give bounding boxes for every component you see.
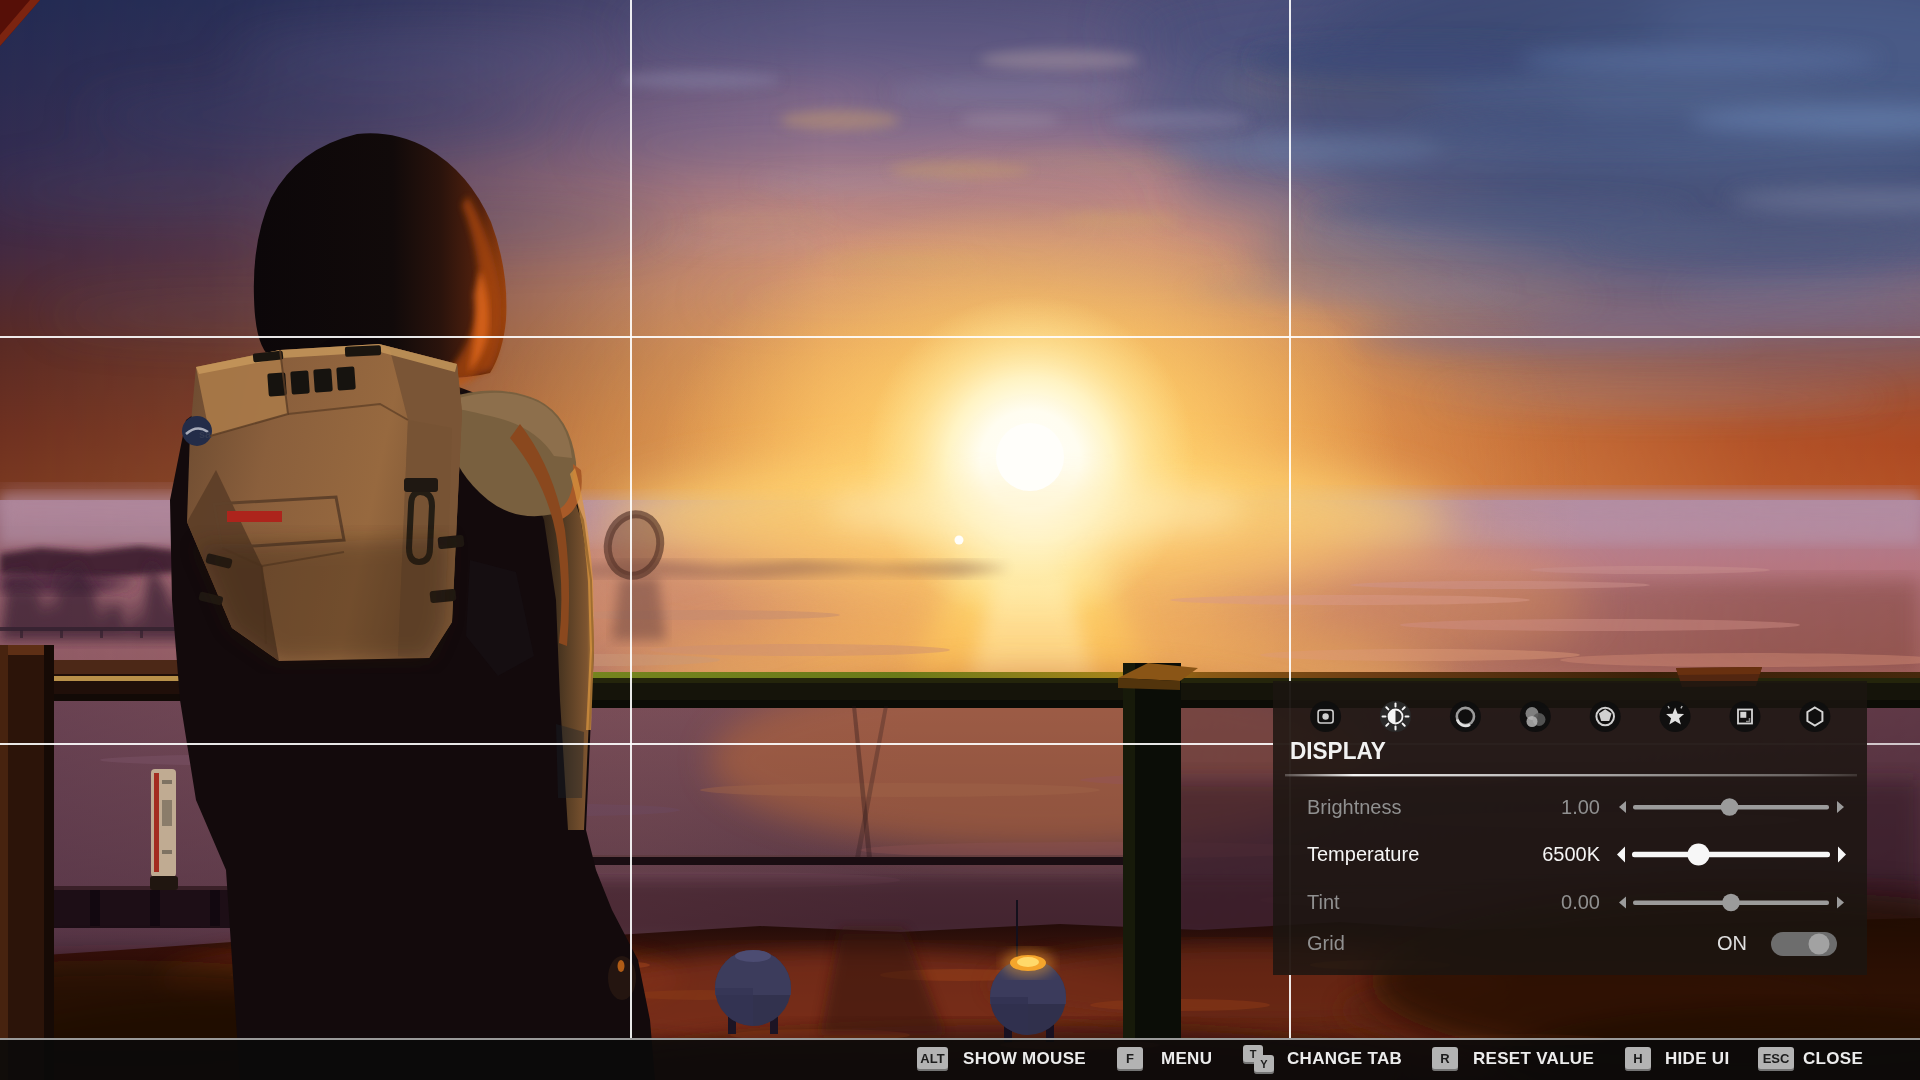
svg-text:sa: sa [199, 428, 212, 440]
